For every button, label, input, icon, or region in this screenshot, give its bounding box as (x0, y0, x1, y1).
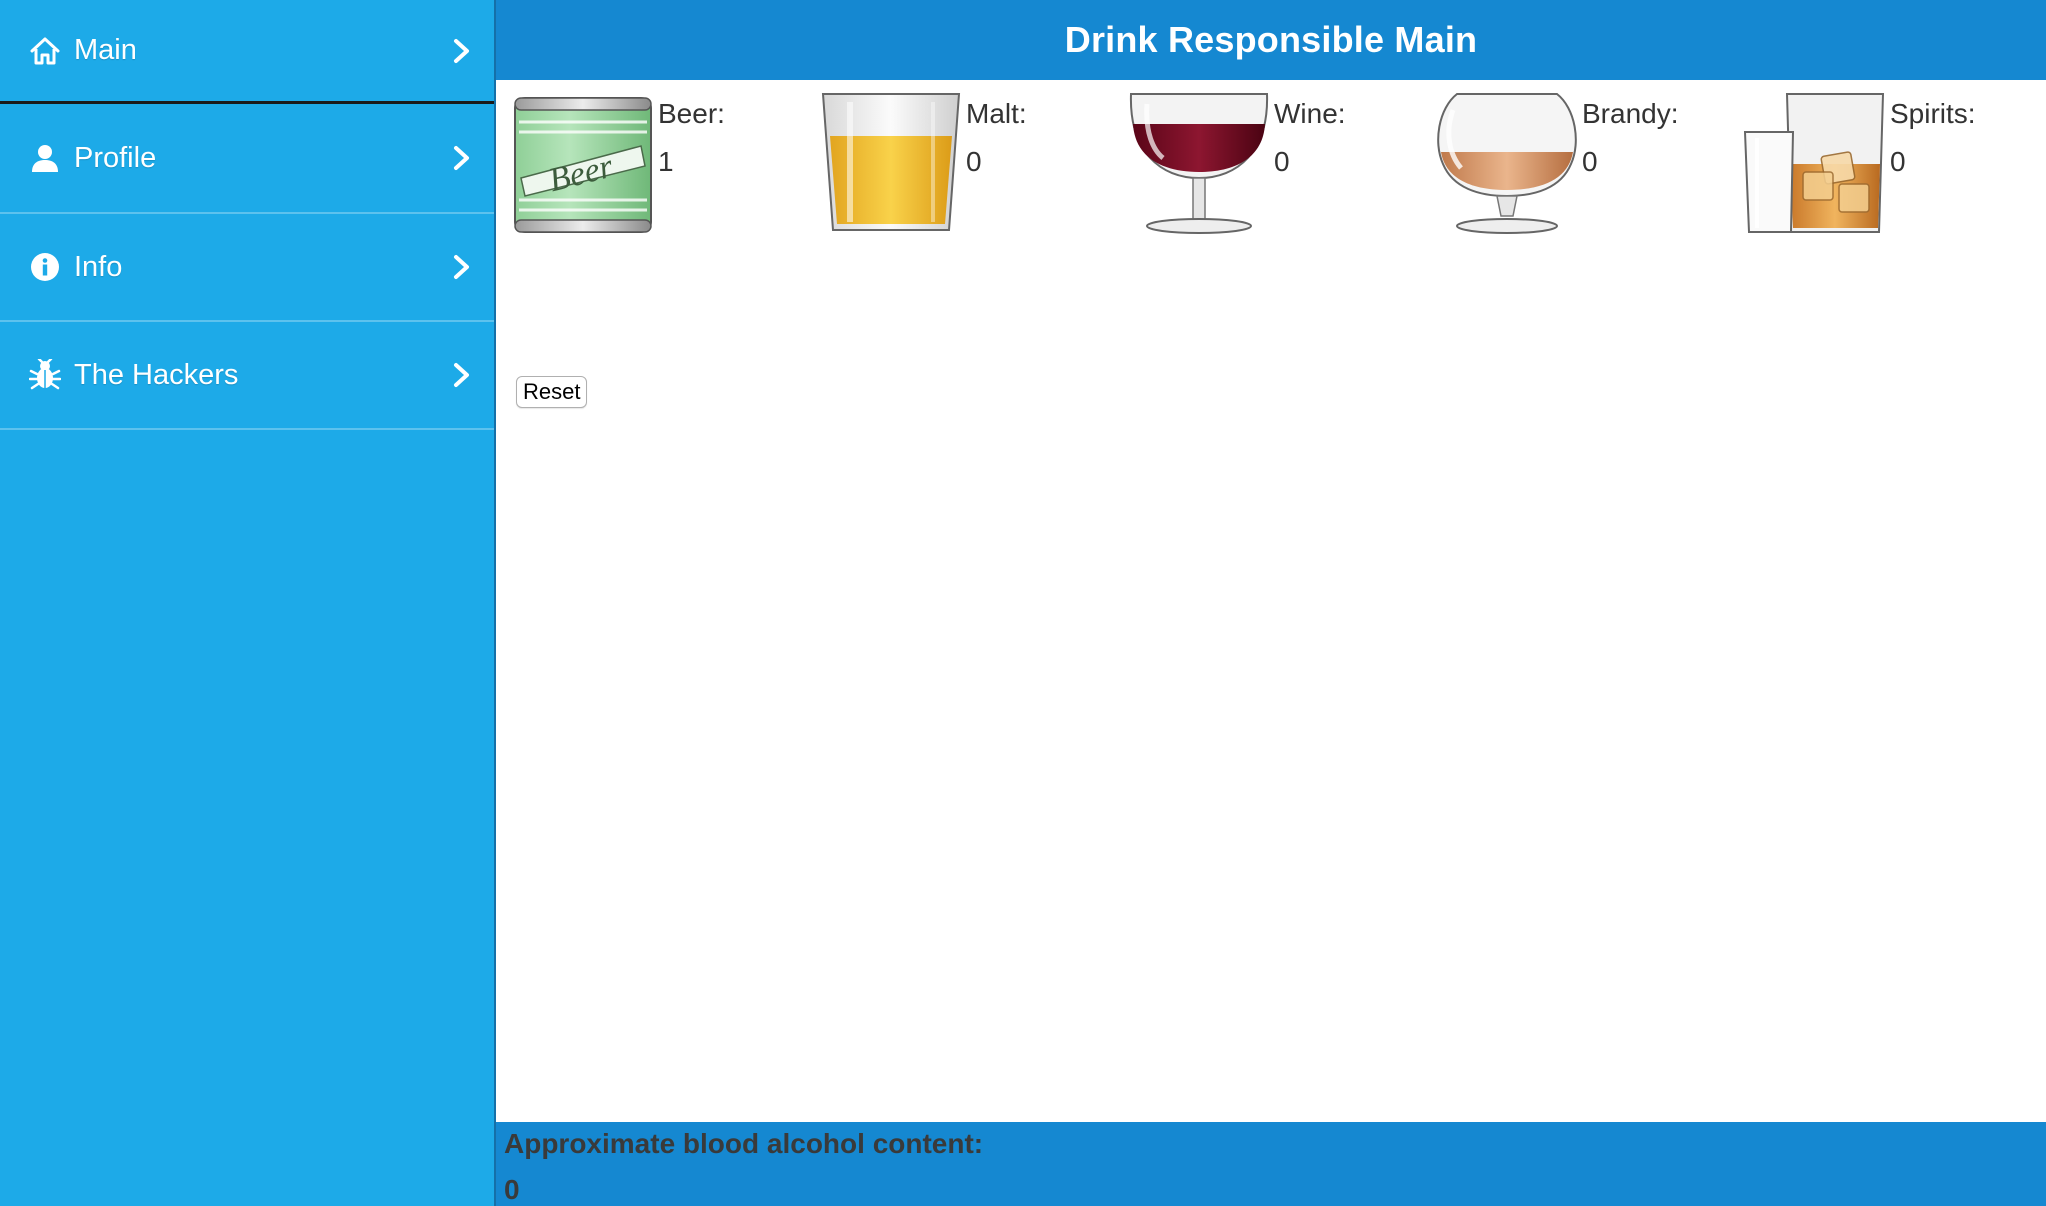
drink-count: 0 (1890, 146, 1906, 177)
sidebar-item-profile[interactable]: Profile (0, 104, 494, 214)
drink-label: Spirits: (1890, 98, 1976, 129)
drink-count: 0 (966, 146, 982, 177)
sidebar-item-label: Profile (74, 141, 157, 174)
spirits-glass-icon[interactable] (1743, 92, 1887, 236)
drink-label: Malt: (966, 98, 1027, 129)
sidebar-item-main[interactable]: Main (0, 0, 494, 104)
sidebar-item-label: Main (74, 34, 137, 66)
wine-glass-icon[interactable] (1127, 92, 1271, 236)
sidebar-item-info[interactable]: Info (0, 214, 494, 322)
drink-label: Beer: (658, 98, 725, 129)
app-root: Main Profile Info The Hackers Drink Resp… (0, 0, 2046, 1206)
chevron-right-icon (454, 363, 469, 387)
malt-glass-icon[interactable] (819, 92, 963, 236)
drink-list: Beer Beer: 1 Malt: 0 Wine: 0 Brandy: 0 S… (496, 80, 2046, 250)
sidebar-item-hackers[interactable]: The Hackers (0, 322, 494, 430)
drink-count: 1 (658, 146, 674, 177)
drink-spirits[interactable]: Spirits: 0 (1728, 92, 2028, 242)
drink-label: Brandy: (1582, 98, 1679, 129)
user-icon (29, 142, 61, 174)
brandy-glass-icon[interactable] (1435, 92, 1579, 236)
sidebar-item-label: Info (74, 250, 123, 283)
sidebar: Main Profile Info The Hackers (0, 0, 496, 1206)
sidebar-item-label: The Hackers (74, 358, 239, 391)
reset-button[interactable]: Reset (516, 376, 588, 408)
beer-can-icon[interactable]: Beer (511, 92, 655, 236)
chevron-right-icon (454, 38, 469, 63)
drink-label: Wine: (1274, 98, 1346, 129)
drink-wine[interactable]: Wine: 0 (1112, 92, 1412, 242)
bac-label: Approximate blood alcohol content: (504, 1128, 984, 1159)
drink-beer[interactable]: Beer Beer: 1 (496, 92, 796, 242)
drink-brandy[interactable]: Brandy: 0 (1420, 92, 1720, 242)
drink-malt[interactable]: Malt: 0 (804, 92, 1104, 242)
bac-footer: Approximate blood alcohol content: 0 (496, 1122, 2046, 1206)
drink-count: 0 (1582, 146, 1598, 177)
chevron-right-icon (454, 146, 469, 170)
info-icon (29, 251, 61, 283)
main-content: Drink Responsible Main Beer Beer: 1 Malt… (496, 0, 2046, 1206)
home-icon (29, 35, 61, 67)
page-header: Drink Responsible Main (496, 0, 2046, 80)
page-title: Drink Responsible Main (1064, 19, 1478, 60)
drink-count: 0 (1274, 146, 1290, 177)
bug-icon (29, 359, 61, 391)
chevron-right-icon (454, 255, 469, 279)
bac-value: 0 (504, 1174, 520, 1205)
